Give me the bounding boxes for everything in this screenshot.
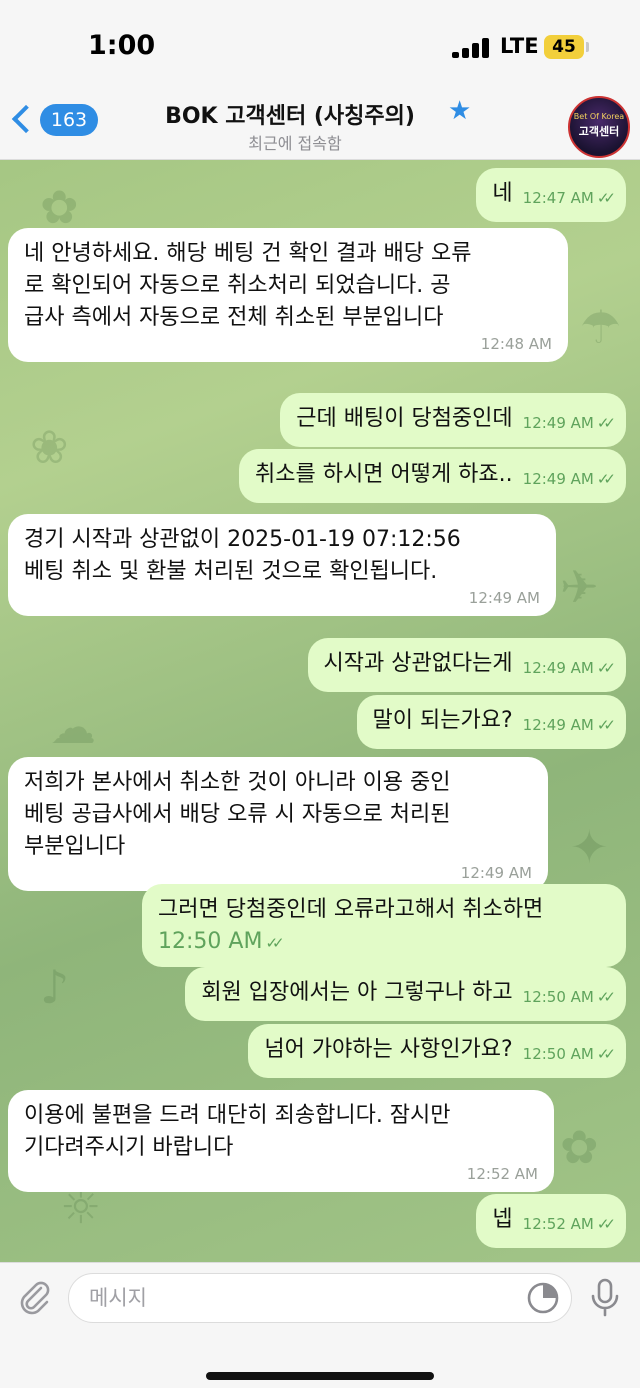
microphone-icon[interactable] (588, 1277, 622, 1319)
message-bubble-outgoing[interactable]: 네 12:47 AM ✓✓ (476, 168, 626, 222)
message-time: 12:49 AM (460, 864, 532, 882)
doodle-pattern: ✦ (570, 820, 609, 874)
back-button[interactable]: 163 (10, 100, 100, 146)
doodle-pattern: ❀ (30, 420, 69, 474)
message-time: 12:50 AM (522, 1045, 594, 1063)
message-bubble-outgoing[interactable]: 시작과 상관없다는게 12:49 AM ✓✓ (307, 638, 626, 692)
message-bubble-incoming[interactable]: 네 안녕하세요. 해당 베팅 건 확인 결과 배당 오류 로 확인되어 자동으로… (8, 228, 568, 362)
signal-icon (452, 38, 492, 58)
message-text: 그러면 당첨중인데 오류라고해서 취소하면 (158, 897, 544, 922)
message-time: 12:50 AM (522, 988, 594, 1006)
message-time: 12:52 AM (522, 1215, 594, 1233)
message-meta: 12:49 AM ✓✓ (522, 652, 616, 684)
message-text: 시작과 상관없다는게 (323, 651, 513, 676)
message-meta: 12:52 AM ✓✓ (522, 1208, 616, 1240)
double-check-icon: ✓✓ (596, 716, 616, 734)
message-time: 12:49 AM (522, 659, 594, 677)
double-check-icon: ✓✓ (596, 414, 616, 432)
double-check-icon: ✓✓ (596, 659, 616, 677)
battery-icon: 45 (544, 35, 584, 59)
message-text: 넵 (492, 1207, 513, 1232)
network-label: LTE (500, 34, 539, 58)
chevron-left-icon (11, 104, 41, 134)
message-meta: 12:49 AM ✓✓ (522, 463, 616, 495)
doodle-pattern: ♪ (40, 960, 70, 1014)
chat-subtitle: 최근에 접속함 (248, 134, 342, 153)
unread-count-badge: 163 (40, 104, 98, 136)
doodle-pattern: ✿ (40, 180, 79, 234)
home-indicator (206, 1372, 434, 1380)
double-check-icon: ✓✓ (596, 470, 616, 488)
message-text: 넘어 가야하는 사항인가요? (264, 1037, 513, 1062)
message-bubble-outgoing[interactable]: 넵 12:52 AM ✓✓ (476, 1194, 626, 1248)
message-time: 12:49 AM (522, 716, 594, 734)
message-text: 저희가 본사에서 취소한 것이 아니라 이용 중인 베팅 공급사에서 배당 오류… (24, 770, 451, 859)
message-time: 12:52 AM (466, 1165, 538, 1183)
message-meta: 12:50 AM ✓✓ (522, 1038, 616, 1070)
doodle-pattern: ✿ (560, 1120, 599, 1174)
doodle-pattern: ☂ (580, 300, 622, 354)
double-check-icon: ✓✓ (596, 988, 616, 1006)
message-bubble-outgoing[interactable]: 그러면 당첨중인데 오류라고해서 취소하면 12:50 AM ✓✓ (142, 884, 626, 967)
avatar[interactable]: Bet Of Korea 고객센터 (568, 96, 630, 158)
message-text: 회원 입장에서는 아 그렇구나 하고 (201, 980, 513, 1005)
message-meta: 12:47 AM ✓✓ (522, 182, 616, 214)
message-bubble-outgoing[interactable]: 취소를 하시면 어떻게 하죠.. 12:49 AM ✓✓ (239, 449, 626, 503)
doodle-pattern: ☁ (50, 700, 96, 754)
message-bubble-outgoing[interactable]: 회원 입장에서는 아 그렇구나 하고 12:50 AM ✓✓ (185, 967, 626, 1021)
chat-header: 163 BOK 고객센터 (사칭주의) ★ 최근에 접속함 Bet Of Kor… (0, 90, 640, 160)
message-input[interactable] (68, 1273, 572, 1323)
sticker-icon[interactable] (526, 1281, 560, 1315)
message-text: 경기 시작과 상관없이 2025-01-19 07:12:56 베팅 취소 및 … (24, 527, 461, 584)
avatar-text-top: Bet Of Korea (573, 112, 625, 121)
battery-tip (586, 42, 589, 52)
message-meta: 12:49 AM ✓✓ (522, 407, 616, 439)
message-input-bar (0, 1262, 640, 1388)
star-icon: ★ (448, 96, 472, 126)
message-text: 네 (492, 181, 513, 206)
message-text: 근데 배팅이 당첨중인데 (296, 406, 513, 431)
message-time: 12:50 AM (158, 929, 263, 954)
doodle-pattern: ✈ (560, 560, 599, 614)
message-meta: 12:49 AM ✓✓ (522, 709, 616, 741)
message-time: 12:49 AM (522, 470, 594, 488)
double-check-icon: ✓✓ (265, 934, 284, 952)
message-time: 12:49 AM (468, 589, 540, 607)
message-time: 12:48 AM (480, 335, 552, 353)
message-bubble-outgoing[interactable]: 넘어 가야하는 사항인가요? 12:50 AM ✓✓ (248, 1024, 626, 1078)
status-time: 1:00 (88, 30, 156, 61)
paperclip-icon[interactable] (14, 1277, 54, 1317)
status-bar: 1:00 LTE 45 (0, 0, 640, 90)
double-check-icon: ✓✓ (596, 1045, 616, 1063)
message-text: 이용에 불편을 드려 대단히 죄송합니다. 잠시만 기다려주시기 바랍니다 (24, 1103, 451, 1160)
double-check-icon: ✓✓ (596, 189, 616, 207)
message-meta: 12:50 AM ✓✓ (522, 981, 616, 1013)
message-bubble-outgoing[interactable]: 말이 되는가요? 12:49 AM ✓✓ (356, 695, 626, 749)
message-bubble-incoming[interactable]: 저희가 본사에서 취소한 것이 아니라 이용 중인 베팅 공급사에서 배당 오류… (8, 757, 548, 891)
chat-title[interactable]: BOK 고객센터 (사칭주의) (140, 98, 440, 130)
message-time: 12:49 AM (522, 414, 594, 432)
message-text: 말이 되는가요? (372, 708, 513, 733)
double-check-icon: ✓✓ (596, 1215, 616, 1233)
message-text: 네 안녕하세요. 해당 베팅 건 확인 결과 배당 오류 로 확인되어 자동으로… (24, 241, 472, 330)
message-time: 12:47 AM (522, 189, 594, 207)
message-bubble-incoming[interactable]: 이용에 불편을 드려 대단히 죄송합니다. 잠시만 기다려주시기 바랍니다 12… (8, 1090, 554, 1192)
avatar-text-main: 고객센터 (578, 125, 620, 138)
message-text: 취소를 하시면 어떻게 하죠.. (255, 462, 513, 487)
message-meta: 12:50 AM ✓✓ (158, 929, 285, 954)
message-bubble-outgoing[interactable]: 근데 배팅이 당첨중인데 12:49 AM ✓✓ (280, 393, 626, 447)
message-bubble-incoming[interactable]: 경기 시작과 상관없이 2025-01-19 07:12:56 베팅 취소 및 … (8, 514, 556, 616)
